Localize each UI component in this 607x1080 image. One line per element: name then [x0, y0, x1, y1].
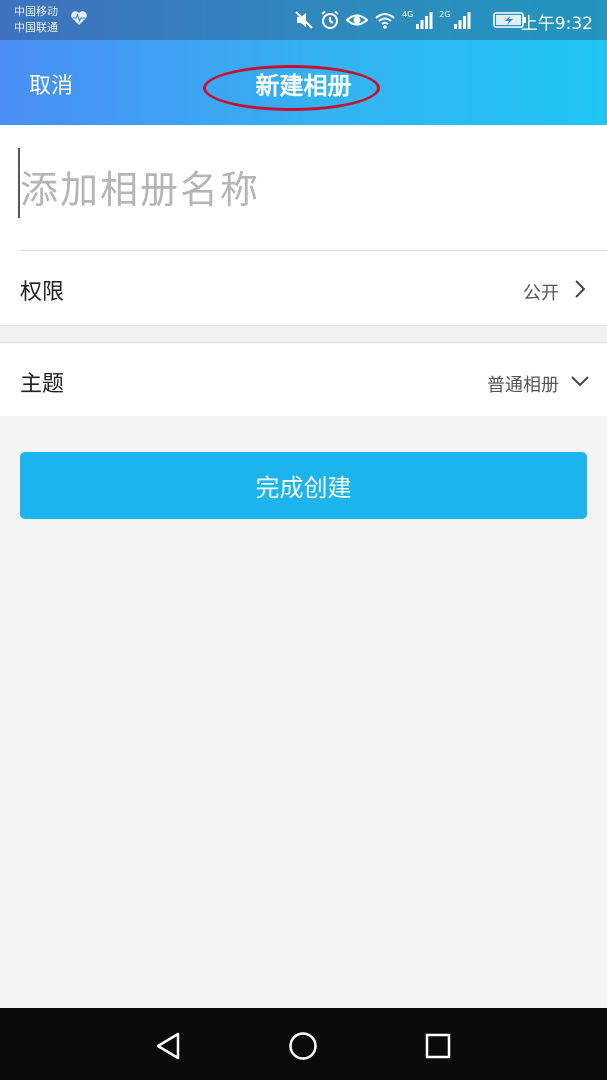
system-navigation-bar	[0, 1008, 607, 1080]
theme-row[interactable]: 主题 普通相册	[0, 344, 607, 416]
carrier-1: 中国移动	[14, 5, 58, 18]
carrier-2: 中国联通	[14, 21, 58, 34]
network-type-2: 2G	[439, 9, 451, 19]
home-icon[interactable]	[283, 1026, 323, 1066]
carrier-names: 中国移动 中国联通	[14, 4, 58, 36]
wifi-icon	[375, 13, 395, 29]
signal-icon	[416, 12, 433, 29]
clock: 上午9:32	[520, 14, 593, 34]
recents-icon[interactable]	[418, 1026, 458, 1066]
section-gap	[0, 325, 607, 343]
chevron-down-icon[interactable]	[569, 374, 591, 388]
status-bar: 中国移动 中国联通 4G 2G 上午9:32	[0, 0, 607, 40]
eye-icon	[346, 14, 368, 26]
permission-value: 公开	[523, 283, 559, 304]
permission-label: 权限	[20, 280, 65, 305]
create-album-button[interactable]: 完成创建	[20, 452, 587, 519]
album-name-input[interactable]	[20, 155, 580, 225]
signal-icon	[453, 12, 471, 29]
theme-label: 主题	[20, 372, 65, 397]
mute-icon	[295, 11, 313, 29]
theme-value: 普通相册	[487, 375, 559, 396]
heart-pulse-icon	[71, 11, 87, 25]
chevron-right-icon	[575, 280, 586, 298]
title-highlight-ellipse	[203, 65, 380, 111]
back-icon[interactable]	[150, 1026, 190, 1066]
alarm-icon	[321, 10, 339, 29]
permission-row[interactable]: 权限 公开	[0, 252, 607, 324]
network-type-1: 4G	[402, 9, 414, 19]
divider	[20, 250, 607, 251]
